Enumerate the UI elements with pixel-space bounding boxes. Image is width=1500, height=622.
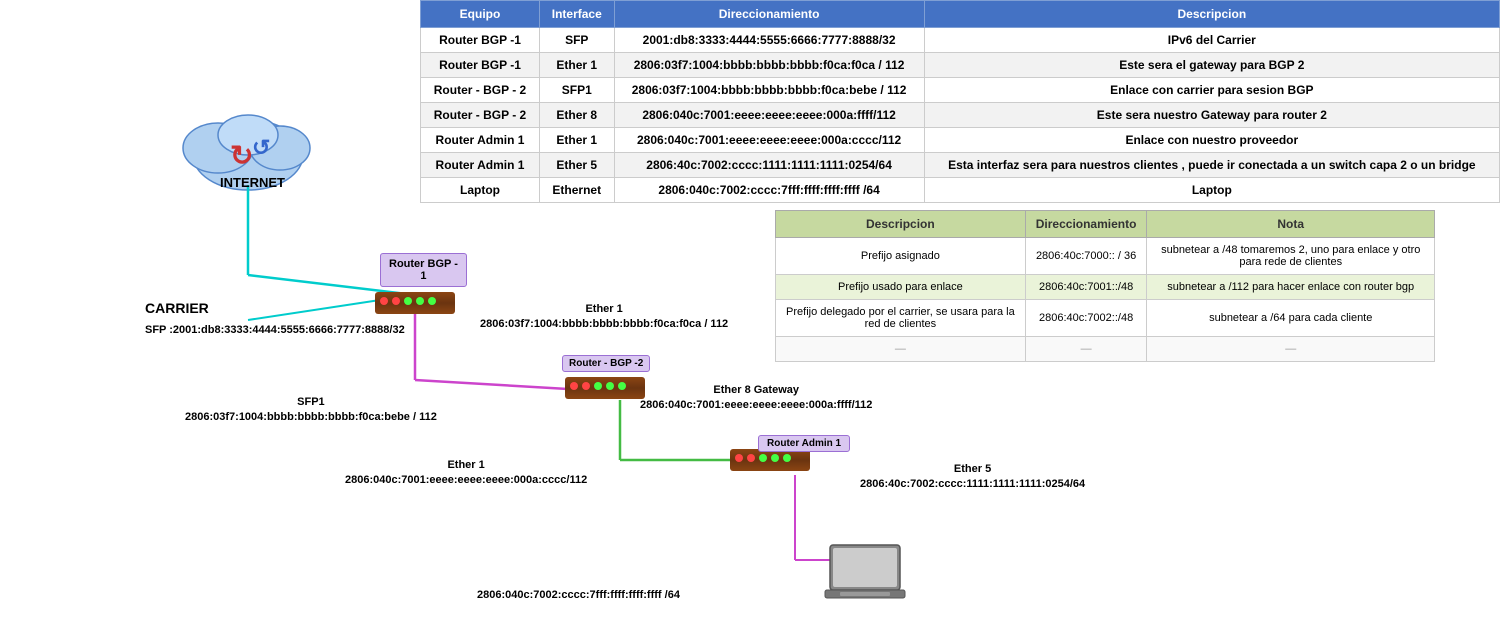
col2-direccionamiento: Direccionamiento — [1025, 211, 1147, 238]
table1-row1-col3: Este sera el gateway para BGP 2 — [924, 53, 1499, 78]
routing-table: Equipo Interface Direccionamiento Descri… — [420, 0, 1500, 203]
table1-row4-col1: Ether 1 — [540, 128, 615, 153]
svg-text:↻: ↻ — [230, 140, 253, 171]
carrier-sfp-addr: SFP :2001:db8:3333:4444:5555:6666:7777:8… — [145, 324, 405, 336]
table2-row3-col1: — — [1025, 337, 1147, 362]
router-bgp2-label-box: Router - BGP -2 — [562, 355, 650, 372]
router-bgp1-device — [375, 292, 455, 314]
table1-row1-col0: Router BGP -1 — [421, 53, 540, 78]
table1-row4-col0: Router Admin 1 — [421, 128, 540, 153]
table1-row0-col0: Router BGP -1 — [421, 28, 540, 53]
table2-row1-col2: subnetear a /112 para hacer enlace con r… — [1147, 275, 1435, 300]
ether1-bgp1-label: Ether 1 2806:03f7:1004:bbbb:bbbb:bbbb:f0… — [480, 302, 728, 333]
table1-row6-col1: Ethernet — [540, 178, 615, 203]
table1-row5-col0: Router Admin 1 — [421, 153, 540, 178]
prefix-table: Descripcion Direccionamiento Nota Prefij… — [775, 210, 1435, 362]
table1-row6-col3: Laptop — [924, 178, 1499, 203]
table2-row3-col0: — — [776, 337, 1026, 362]
table1-row3-col0: Router - BGP - 2 — [421, 103, 540, 128]
table1-row5-col1: Ether 5 — [540, 153, 615, 178]
col-direccionamiento: Direccionamiento — [614, 1, 924, 28]
router-bgp1-label-box: Router BGP -1 — [380, 253, 467, 287]
table1-row0-col2: 2001:db8:3333:4444:5555:6666:7777:8888/3… — [614, 28, 924, 53]
router-admin1-device — [730, 449, 810, 471]
table2-row2-col2: subnetear a /64 para cada cliente — [1147, 300, 1435, 337]
table1-row4-col3: Enlace con nuestro proveedor — [924, 128, 1499, 153]
table2-row2-col1: 2806:40c:7002::/48 — [1025, 300, 1147, 337]
table2-row0-col2: subnetear a /48 tomaremos 2, uno para en… — [1147, 238, 1435, 275]
laptop-addr-label: 2806:040c:7002:cccc:7fff:ffff:ffff:ffff … — [477, 588, 680, 603]
table1-row0-col1: SFP — [540, 28, 615, 53]
table2-row1-col0: Prefijo usado para enlace — [776, 275, 1026, 300]
router-admin1-label-box: Router Admin 1 — [758, 435, 850, 452]
table1-row5-col2: 2806:40c:7002:cccc:1111:1111:1111:0254/6… — [614, 153, 924, 178]
carrier-label: CARRIER SFP :2001:db8:3333:4444:5555:666… — [145, 298, 405, 339]
secondary-table-section: Descripcion Direccionamiento Nota Prefij… — [775, 210, 1435, 362]
col2-nota: Nota — [1147, 211, 1435, 238]
col2-descripcion: Descripcion — [776, 211, 1026, 238]
table1-row6-col2: 2806:040c:7002:cccc:7fff:ffff:ffff:ffff … — [614, 178, 924, 203]
router-bgp2-device — [565, 377, 645, 399]
table2-row0-col1: 2806:40c:7000:: / 36 — [1025, 238, 1147, 275]
ether8-label: Ether 8 Gateway 2806:040c:7001:eeee:eeee… — [640, 383, 872, 414]
table1-row2-col3: Enlace con carrier para sesion BGP — [924, 78, 1499, 103]
laptop-device — [820, 540, 910, 615]
col-interface: Interface — [540, 1, 615, 28]
table2-row2-col0: Prefijo delegado por el carrier, se usar… — [776, 300, 1026, 337]
table2-row1-col1: 2806:40c:7001::/48 — [1025, 275, 1147, 300]
table1-row1-col2: 2806:03f7:1004:bbbb:bbbb:bbbb:f0ca:f0ca … — [614, 53, 924, 78]
table1-row1-col1: Ether 1 — [540, 53, 615, 78]
table1-row2-col1: SFP1 — [540, 78, 615, 103]
table1-row5-col3: Esta interfaz sera para nuestros cliente… — [924, 153, 1499, 178]
main-table-section: Equipo Interface Direccionamiento Descri… — [420, 0, 1500, 203]
col-equipo: Equipo — [421, 1, 540, 28]
sfp1-label: SFP1 2806:03f7:1004:bbbb:bbbb:bbbb:f0ca:… — [185, 395, 437, 426]
table1-row2-col2: 2806:03f7:1004:bbbb:bbbb:bbbb:f0ca:bebe … — [614, 78, 924, 103]
svg-text:↺: ↺ — [252, 135, 270, 160]
table1-row3-col1: Ether 8 — [540, 103, 615, 128]
ether5-label: Ether 5 2806:40c:7002:cccc:1111:1111:111… — [860, 462, 1085, 493]
table1-row4-col2: 2806:040c:7001:eeee:eeee:eeee:000a:cccc/… — [614, 128, 924, 153]
table1-row0-col3: IPv6 del Carrier — [924, 28, 1499, 53]
table2-row3-col2: — — [1147, 337, 1435, 362]
table1-row3-col2: 2806:040c:7001:eeee:eeee:eeee:000a:ffff/… — [614, 103, 924, 128]
table2-row0-col0: Prefijo asignado — [776, 238, 1026, 275]
table1-row2-col0: Router - BGP - 2 — [421, 78, 540, 103]
ether1-bgp2-label: Ether 1 2806:040c:7001:eeee:eeee:eeee:00… — [345, 458, 587, 489]
table1-row6-col0: Laptop — [421, 178, 540, 203]
internet-label: INTERNET — [220, 175, 285, 190]
table1-row3-col3: Este sera nuestro Gateway para router 2 — [924, 103, 1499, 128]
col-descripcion: Descripcion — [924, 1, 1499, 28]
